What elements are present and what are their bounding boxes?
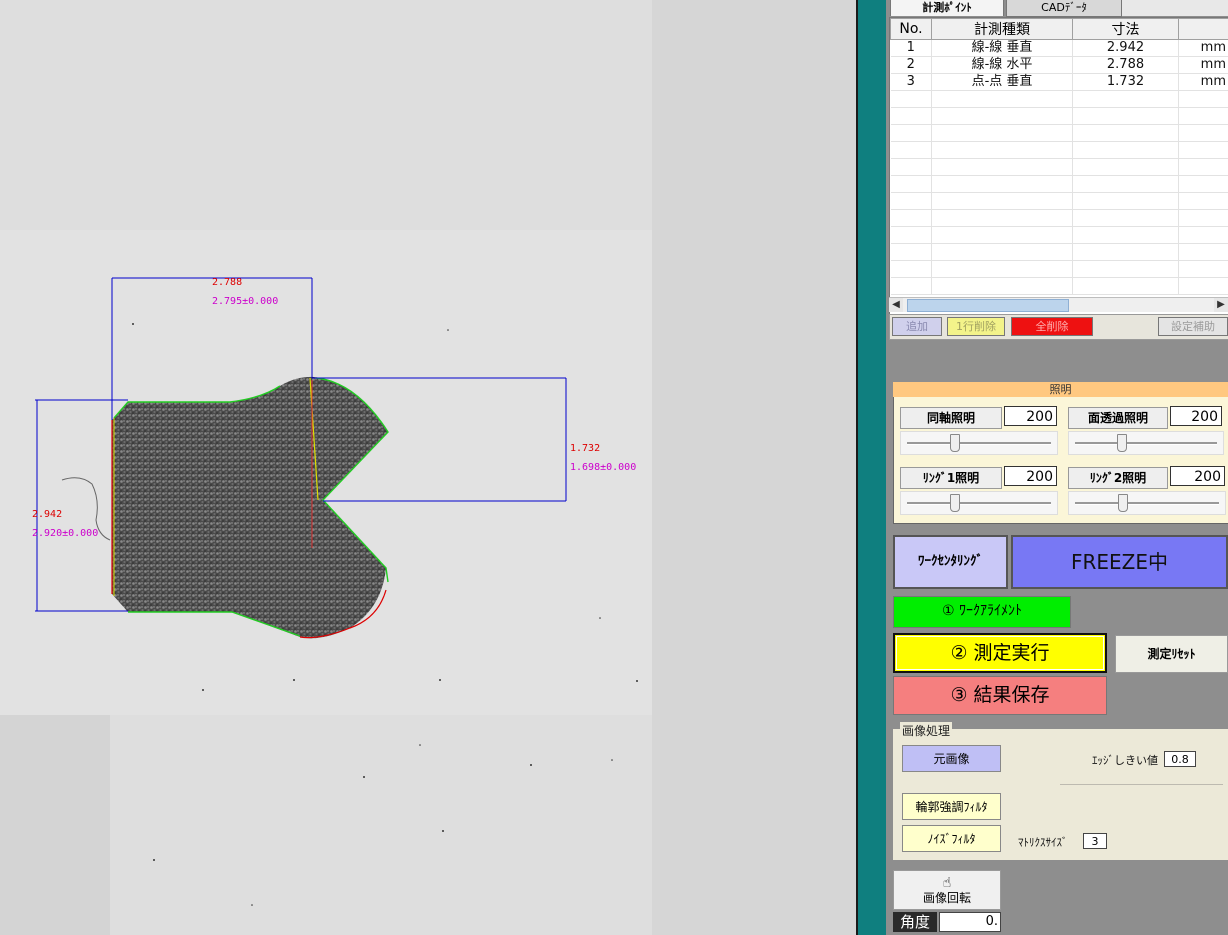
setting-assist-button[interactable]: 設定補助 xyxy=(1158,317,1228,336)
slider-thumb[interactable] xyxy=(1117,434,1128,452)
ring2-light-label: ﾘﾝｸﾞ2照明 xyxy=(1068,467,1168,489)
hand-pointer-icon: ☝ xyxy=(942,875,952,891)
grid-horizontal-scrollbar[interactable]: ◀ ▶ xyxy=(889,297,1228,312)
measure-reset-button[interactable]: 測定ﾘｾｯﾄ xyxy=(1115,635,1228,673)
slider-thumb[interactable] xyxy=(1117,494,1128,512)
cell-value: 2.788 xyxy=(1072,56,1179,74)
coaxial-light-slider[interactable] xyxy=(900,431,1058,455)
coaxial-light-label: 同軸照明 xyxy=(900,407,1002,429)
empty-row xyxy=(890,175,1228,193)
empty-row xyxy=(890,226,1228,244)
save-result-button[interactable]: ③ 結果保存 xyxy=(893,676,1107,715)
cell-value: 2.942 xyxy=(1072,39,1179,57)
col-header-unit[interactable] xyxy=(1178,18,1228,40)
dim-vertical-left-measured: 2.942 xyxy=(32,509,62,520)
empty-row xyxy=(890,277,1228,295)
slider-thumb[interactable] xyxy=(949,494,960,512)
cell-kind: 点-点 垂直 xyxy=(931,73,1073,91)
empty-row xyxy=(890,260,1228,278)
cell-no: 3 xyxy=(890,73,932,91)
empty-row xyxy=(890,192,1228,210)
ring2-light-slider[interactable] xyxy=(1068,491,1226,515)
col-header-kind[interactable]: 計測種類 xyxy=(931,18,1073,40)
ring1-light-value[interactable]: 200 xyxy=(1004,466,1057,486)
dim-vertical-left-nominal: 2.920±0.000 xyxy=(32,528,98,539)
measurement-overlay: 2.788 2.795±0.000 1.732 1.698±0.000 2.94… xyxy=(0,0,856,935)
work-alignment-button[interactable]: ① ﾜｰｸｱﾗｲﾒﾝﾄ xyxy=(893,596,1071,628)
empty-row xyxy=(890,141,1228,159)
work-centering-button[interactable]: ﾜｰｸｾﾝﾀﾘﾝｸﾞ xyxy=(893,535,1008,589)
ring1-light-label: ﾘﾝｸﾞ1照明 xyxy=(900,467,1002,489)
dim-horizontal-measured: 2.788 xyxy=(212,277,242,288)
cell-unit: mm xyxy=(1178,39,1228,57)
slider-thumb[interactable] xyxy=(949,434,960,452)
dim-vertical-right-measured: 1.732 xyxy=(570,443,600,454)
cell-no: 2 xyxy=(890,56,932,74)
cell-value: 1.732 xyxy=(1072,73,1179,91)
empty-row xyxy=(890,209,1228,227)
table-row[interactable]: 1 線-線 垂直 2.942 mm xyxy=(890,39,1228,57)
transmit-light-slider[interactable] xyxy=(1068,431,1224,455)
table-row[interactable]: 3 点-点 垂直 1.732 mm xyxy=(890,73,1228,91)
angle-input[interactable]: 0. xyxy=(939,912,1001,932)
cell-unit: mm xyxy=(1178,73,1228,91)
noise-filter-button[interactable]: ﾉｲｽﾞﾌｨﾙﾀ xyxy=(902,825,1001,852)
col-header-value[interactable]: 寸法 xyxy=(1072,18,1179,40)
tab-strip xyxy=(1120,0,1228,16)
empty-row xyxy=(890,124,1228,142)
add-button[interactable]: 追加 xyxy=(892,317,942,336)
col-header-no[interactable]: No. xyxy=(890,18,932,40)
freeze-button[interactable]: FREEZE中 xyxy=(1011,535,1228,589)
ring1-light-slider[interactable] xyxy=(900,491,1058,515)
scroll-right-icon[interactable]: ▶ xyxy=(1214,298,1228,312)
matrix-size-label: ﾏﾄﾘｸｽｻｲｽﾞ xyxy=(1018,836,1068,849)
scroll-left-icon[interactable]: ◀ xyxy=(889,298,903,312)
delete-all-button[interactable]: 全削除 xyxy=(1011,317,1093,336)
image-rotate-label: 画像回転 xyxy=(922,891,971,905)
empty-row xyxy=(890,243,1228,261)
empty-row xyxy=(890,107,1228,125)
original-image-button[interactable]: 元画像 xyxy=(902,745,1001,772)
lighting-title: 照明 xyxy=(893,382,1228,397)
contour-enhance-filter-button[interactable]: 輪郭強調ﾌｨﾙﾀ xyxy=(902,793,1001,820)
dim-vertical-right-nominal: 1.698±0.000 xyxy=(570,462,636,473)
tab-measure-points[interactable]: 計測ﾎﾟｲﾝﾄ xyxy=(890,0,1004,16)
camera-image-viewport[interactable]: 2.788 2.795±0.000 1.732 1.698±0.000 2.94… xyxy=(0,0,856,935)
cell-no: 1 xyxy=(890,39,932,57)
ring2-light-value[interactable]: 200 xyxy=(1170,466,1225,486)
transmit-light-value[interactable]: 200 xyxy=(1170,406,1222,426)
empty-row xyxy=(890,90,1228,108)
image-rotate-button[interactable]: ☝ 画像回転 xyxy=(893,870,1001,910)
cell-unit: mm xyxy=(1178,56,1228,74)
empty-row xyxy=(890,158,1228,176)
cell-kind: 線-線 垂直 xyxy=(931,39,1073,57)
measurement-grid[interactable]: No. 計測種類 寸法 1 線-線 垂直 2.942 mm 2 線-線 水平 2… xyxy=(889,17,1228,315)
delete-row-button[interactable]: 1行削除 xyxy=(947,317,1005,336)
teal-side-bar xyxy=(858,0,886,935)
edge-threshold-label: ｴｯｼﾞしきい値 xyxy=(1092,754,1158,767)
divider xyxy=(1060,784,1223,785)
coaxial-light-value[interactable]: 200 xyxy=(1004,406,1057,426)
angle-label: 角度 xyxy=(893,912,937,932)
measure-run-button[interactable]: ② 測定実行 xyxy=(893,633,1107,673)
image-processing-title: 画像処理 xyxy=(900,722,953,739)
matrix-size-input[interactable]: 3 xyxy=(1083,833,1107,849)
transmit-light-label: 面透過照明 xyxy=(1068,407,1168,429)
edge-threshold-input[interactable]: 0.8 xyxy=(1164,751,1196,767)
dim-horizontal-nominal: 2.795±0.000 xyxy=(212,296,278,307)
tab-cad-data[interactable]: CADﾃﾞｰﾀ xyxy=(1006,0,1122,17)
cell-kind: 線-線 水平 xyxy=(931,56,1073,74)
table-row[interactable]: 2 線-線 水平 2.788 mm xyxy=(890,56,1228,74)
scroll-thumb[interactable] xyxy=(907,299,1069,312)
